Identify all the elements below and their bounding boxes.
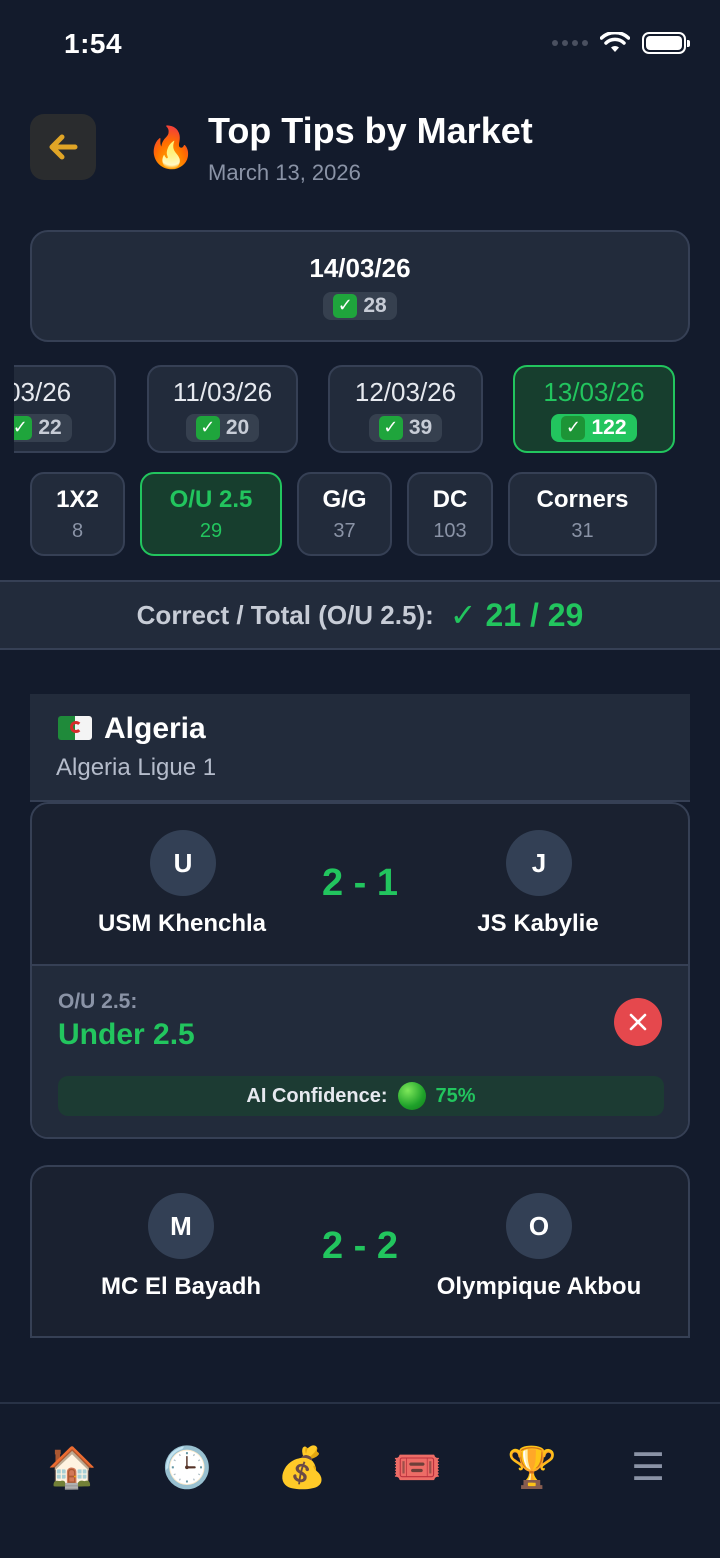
tab-count: 103 [433,519,467,542]
battery-icon [642,32,690,54]
league-country: Algeria [104,712,206,745]
tip-count-badge: ✓ 20 [185,413,260,442]
tab-label: 1X2 [56,485,99,513]
tab-1x2[interactable]: 1X2 8 [30,472,125,556]
ai-confidence-bar: AI Confidence: 75% [58,1076,664,1116]
tip-count-badge: ✓ 28 [323,291,397,320]
status-time: 1:54 [64,28,123,59]
tip-count: 22 [38,415,62,439]
bottom-tab-bar: 🏠 🕒 💰 🎟️ 🏆 ☰ [0,1402,720,1558]
tip-market-label: O/U 2.5: [58,990,138,1013]
date-label: 14/03/26 [309,252,411,283]
date-chip[interactable]: 12/03/26 ✓ 39 [328,365,483,453]
confidence-value: 75% [435,1084,476,1107]
date-label: 11/03/26 [172,376,273,407]
check-icon: ✓ [561,415,586,440]
match-score: 2 - 1 [321,862,399,904]
match-teams: U USM Khenchla 2 - 1 J JS Kabylie [32,804,688,964]
algeria-flag-icon [58,716,92,740]
away-team-avatar: J [506,830,572,896]
tip-count: 122 [591,415,627,439]
tip-pick: Under 2.5 [58,1018,195,1051]
check-icon: ✓ [14,415,33,440]
tab-label: O/U 2.5 [169,485,253,513]
tab-count: 29 [199,519,223,542]
check-icon: ✓ [378,415,403,440]
league-name: Algeria Ligue 1 [56,754,217,781]
date-label: 13/03/26 [543,376,645,407]
date-chip[interactable]: /03/26 ✓22 [14,365,116,453]
tip-count-badge: ✓ 122 [551,413,637,442]
tab-count: 8 [71,519,84,542]
arrow-left-icon [49,134,78,160]
summary-label: Correct / Total (O/U 2.5): [136,599,434,630]
tab-label: G/G [322,485,367,513]
date-chip[interactable]: 11/03/26 ✓ 20 [147,365,298,453]
tab-label: Corners [536,485,629,513]
confidence-label: AI Confidence: [246,1084,388,1107]
tip-count: 39 [408,415,433,439]
trophy-icon[interactable]: 🏆 [502,1442,562,1492]
green-circle-icon [397,1082,426,1110]
status-icons [552,32,690,54]
menu-icon[interactable]: ☰ [618,1442,678,1492]
tip-count-badge: ✓ 39 [368,413,443,442]
tip-count-badge: ✓ 22 [14,413,72,442]
home-icon[interactable]: 🏠 [42,1442,102,1492]
check-icon: ✓ [195,415,220,440]
away-team-avatar: O [506,1193,572,1259]
check-icon: ✓ [333,293,358,318]
match-card[interactable]: M MC El Bayadh 2 - 2 O Olympique Akbou [30,1165,690,1338]
tip-panel: O/U 2.5: Under 2.5 AI Confidence: 75% [32,964,688,1137]
accuracy-summary: Correct / Total (O/U 2.5): ✓ 21 / 29 [0,580,720,650]
fire-icon: 🔥 [146,126,196,170]
tab-corners[interactable]: Corners 31 [508,472,657,556]
away-team-name: Olympique Akbou [436,1273,642,1300]
ticket-icon[interactable]: 🎟️ [387,1442,447,1492]
money-bag-icon[interactable]: 💰 [272,1442,332,1492]
cellular-signal-icon [552,40,588,46]
match-card[interactable]: U USM Khenchla 2 - 1 J JS Kabylie O/U 2.… [30,802,690,1139]
wifi-icon [600,32,630,52]
back-button[interactable] [30,114,96,180]
tab-count: 37 [333,519,356,542]
tip-count: 28 [363,293,387,317]
match-teams: M MC El Bayadh 2 - 2 O Olympique Akbou [32,1167,688,1327]
date-card-upcoming[interactable]: 14/03/26 ✓ 28 [30,230,690,342]
date-label: /03/26 [14,376,72,407]
tab-gg[interactable]: G/G 37 [297,472,392,556]
away-team-name: JS Kabylie [477,910,599,937]
date-label: 12/03/26 [354,376,457,407]
tab-label: DC [432,485,468,513]
home-team-name: USM Khenchla [97,910,267,937]
league-header: Algeria Algeria Ligue 1 [30,694,690,802]
page-title: Top Tips by Market [208,110,533,151]
tab-ou-2-5[interactable]: O/U 2.5 29 [140,472,282,556]
home-team-name: MC El Bayadh [100,1273,262,1300]
tip-count: 20 [225,415,250,439]
match-score: 2 - 2 [321,1225,399,1267]
page-date: March 13, 2026 [208,160,361,185]
tab-count: 31 [571,519,594,542]
close-icon [629,1013,647,1031]
summary-value: ✓ 21 / 29 [449,597,584,633]
tab-dc[interactable]: DC 103 [407,472,493,556]
date-chip-selected[interactable]: 13/03/26 ✓ 122 [513,365,675,453]
history-icon[interactable]: 🕒 [157,1442,217,1492]
date-selector[interactable]: /03/26 ✓22 11/03/26 ✓20 12/03/26 ✓39 13/… [14,365,720,455]
tip-lost-icon [614,998,662,1046]
